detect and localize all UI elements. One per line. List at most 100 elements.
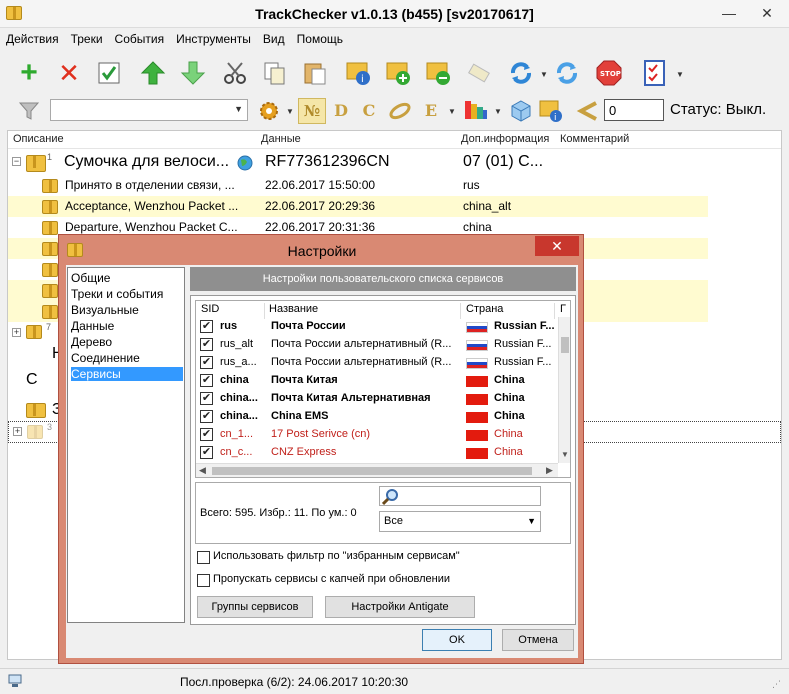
erase-icon[interactable] xyxy=(464,58,494,88)
column-description[interactable]: Описание xyxy=(13,133,64,145)
china-flag-icon xyxy=(466,412,488,423)
service-row[interactable]: ✔ rus_a... Почта России альтернативный (… xyxy=(196,354,558,372)
service-row[interactable]: ✔ cn_1... 17 Post Serivce (cn) China xyxy=(196,426,558,444)
service-name: CNZ Express xyxy=(271,446,337,458)
service-checkbox[interactable]: ✔ xyxy=(200,374,213,387)
event-row[interactable]: Принято в отделении связи, ... 22.06.201… xyxy=(8,175,708,196)
gear-dropdown-icon[interactable]: ▼ xyxy=(286,107,294,116)
less-than-icon[interactable] xyxy=(576,98,600,124)
delete-icon[interactable]: ✕ xyxy=(54,58,84,88)
service-row[interactable]: ✔ china... China EMS China xyxy=(196,408,558,426)
service-row[interactable]: ✔ china Почта Китая China xyxy=(196,372,558,390)
skip-captcha-checkbox[interactable] xyxy=(197,574,210,587)
filter-combo[interactable]: ▼ xyxy=(50,99,248,121)
nav-general[interactable]: Общие xyxy=(71,271,110,285)
grid-horizontal-scrollbar[interactable]: ◀ ▶ xyxy=(196,463,558,477)
menu-view[interactable]: Вид xyxy=(257,30,291,46)
flags-dropdown-icon[interactable]: ▼ xyxy=(494,107,502,116)
menu-tracks[interactable]: Треки xyxy=(65,30,109,46)
filter-e-button[interactable]: E xyxy=(420,98,442,124)
collapse-icon[interactable]: − xyxy=(12,157,21,166)
nav-connection[interactable]: Соединение xyxy=(71,351,140,365)
resize-grip-icon[interactable]: ⋰ xyxy=(772,679,784,691)
scroll-left-icon[interactable]: ◀ xyxy=(199,465,206,476)
funnel-icon[interactable] xyxy=(14,96,44,126)
close-window-button[interactable]: ✕ xyxy=(752,0,782,28)
services-grid[interactable]: SID Название Страна Г ✔ rus Почта России… xyxy=(195,300,571,478)
favorites-filter-checkbox[interactable] xyxy=(197,551,210,564)
refresh-all-icon[interactable] xyxy=(552,58,582,88)
nav-tracks-events[interactable]: Треки и события xyxy=(71,287,163,301)
minimize-button[interactable]: — xyxy=(714,0,744,28)
event-description: Departure, Wenzhou Packet C... xyxy=(65,220,238,234)
antigate-settings-button[interactable]: Настройки Antigate xyxy=(325,596,475,618)
expand-icon[interactable]: + xyxy=(13,427,22,436)
add-package-icon[interactable] xyxy=(384,58,414,88)
service-row[interactable]: ✔ china... Почта Китая Альтернативная Ch… xyxy=(196,390,558,408)
stop-icon[interactable]: STOP xyxy=(594,58,624,88)
column-comment[interactable]: Комментарий xyxy=(560,133,629,145)
service-checkbox[interactable]: ✔ xyxy=(200,446,213,459)
service-row[interactable]: ✔ cn_c... CNZ Express China xyxy=(196,444,558,462)
copy-icon[interactable] xyxy=(260,58,290,88)
checklist-dropdown-icon[interactable]: ▼ xyxy=(676,70,684,79)
cancel-button[interactable]: Отмена xyxy=(502,629,574,651)
menu-actions[interactable]: Действия xyxy=(0,30,65,46)
service-groups-button[interactable]: Группы сервисов xyxy=(197,596,313,618)
gear-icon[interactable] xyxy=(256,98,286,124)
number-input[interactable] xyxy=(604,99,664,121)
service-row[interactable]: ✔ rus Почта России Russian F... xyxy=(196,318,558,336)
nav-services[interactable]: Сервисы xyxy=(71,367,183,381)
column-info[interactable]: Доп.информация xyxy=(461,133,549,145)
grid-vertical-scrollbar[interactable]: ▼ xyxy=(558,317,570,463)
cut-icon[interactable] xyxy=(220,58,250,88)
service-checkbox[interactable]: ✔ xyxy=(200,320,213,333)
nav-visual[interactable]: Визуальные xyxy=(71,303,139,317)
service-checkbox[interactable]: ✔ xyxy=(200,392,213,405)
checklist-icon[interactable] xyxy=(640,58,670,88)
check-icon[interactable] xyxy=(94,58,124,88)
column-country[interactable]: Страна xyxy=(466,303,503,315)
service-checkbox[interactable]: ✔ xyxy=(200,356,213,369)
filter-number-button[interactable]: № xyxy=(298,98,326,124)
menu-help[interactable]: Помощь xyxy=(291,30,349,46)
column-extra[interactable]: Г xyxy=(560,303,566,315)
color-flags-icon[interactable] xyxy=(462,98,490,124)
track-group-row[interactable]: − 1 Сумочка для велоси... RF773612396CN … xyxy=(8,151,708,175)
scroll-down-icon[interactable]: ▼ xyxy=(561,450,569,459)
column-name[interactable]: Название xyxy=(269,303,318,315)
filter-c-button[interactable]: C xyxy=(358,98,380,124)
column-sid[interactable]: SID xyxy=(201,303,219,315)
menu-tools[interactable]: Инструменты xyxy=(170,30,257,46)
nav-tree[interactable]: Дерево xyxy=(71,335,112,349)
down-icon[interactable] xyxy=(178,58,208,88)
refresh-icon[interactable] xyxy=(506,58,536,88)
refresh-dropdown-icon[interactable]: ▼ xyxy=(540,70,548,79)
ok-button[interactable]: OK xyxy=(422,629,492,651)
add-icon[interactable]: + xyxy=(14,56,44,89)
column-data[interactable]: Данные xyxy=(261,133,301,145)
service-row[interactable]: ✔ rus_alt Почта России альтернативный (R… xyxy=(196,336,558,354)
nav-data[interactable]: Данные xyxy=(71,319,114,333)
service-checkbox[interactable]: ✔ xyxy=(200,410,213,423)
service-search-input[interactable] xyxy=(379,486,541,506)
expand-icon[interactable]: + xyxy=(12,328,21,337)
service-checkbox[interactable]: ✔ xyxy=(200,338,213,351)
remove-package-icon[interactable] xyxy=(424,58,454,88)
package-info-icon[interactable]: i xyxy=(538,98,566,124)
info-icon[interactable]: i xyxy=(344,58,374,88)
filter-d-button[interactable]: D xyxy=(330,98,352,124)
letter-dropdown-icon[interactable]: ▼ xyxy=(448,107,456,116)
h-scroll-thumb[interactable] xyxy=(212,467,532,475)
cube-icon[interactable] xyxy=(508,98,534,124)
up-icon[interactable] xyxy=(138,58,168,88)
paperclip-icon[interactable] xyxy=(388,100,412,122)
paste-icon[interactable] xyxy=(300,58,330,88)
services-filter-select[interactable]: Все ▼ xyxy=(379,511,541,532)
scroll-thumb[interactable] xyxy=(561,337,569,353)
event-row[interactable]: Acceptance, Wenzhou Packet ... 22.06.201… xyxy=(8,196,708,217)
menu-events[interactable]: События xyxy=(109,30,171,46)
scroll-right-icon[interactable]: ▶ xyxy=(546,465,553,476)
dialog-close-button[interactable]: ✕ xyxy=(535,236,579,256)
service-checkbox[interactable]: ✔ xyxy=(200,428,213,441)
